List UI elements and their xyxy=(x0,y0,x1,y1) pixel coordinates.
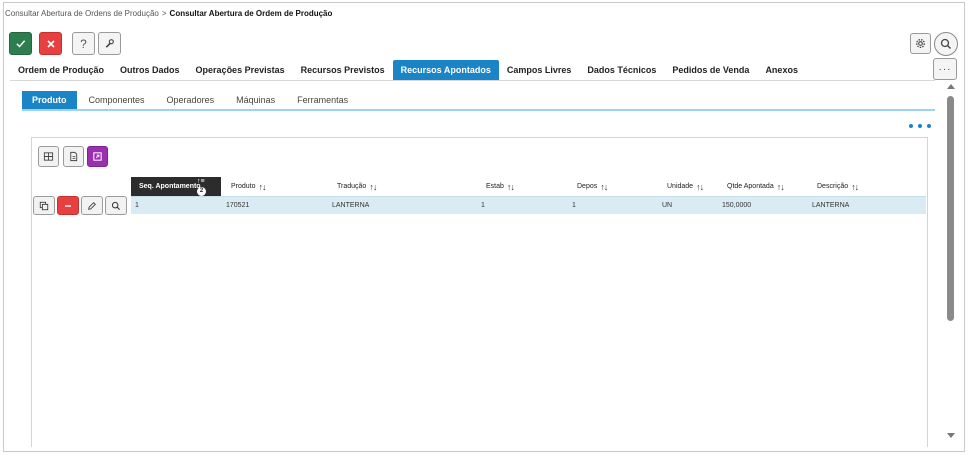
col-label: Depos xyxy=(577,183,598,190)
cell-traducao: LANTERNA xyxy=(332,202,370,209)
copy-icon xyxy=(39,201,49,210)
sub-tabs-divider xyxy=(22,109,935,111)
main-tabs-divider xyxy=(10,80,935,81)
sort-icon: ↑↓ xyxy=(776,181,785,192)
check-icon xyxy=(16,40,26,48)
remove-row-button[interactable] xyxy=(57,196,79,215)
cell-estab: 1 xyxy=(481,202,485,209)
file-export-icon xyxy=(70,151,78,162)
sort-icon: ↑↓ xyxy=(506,181,515,192)
expand-icon xyxy=(93,152,102,161)
dot-icon xyxy=(909,124,913,128)
sort-icon: ↑↓ xyxy=(851,181,859,192)
scroll-down-icon[interactable] xyxy=(947,433,955,438)
dot-icon xyxy=(927,124,931,128)
vertical-scrollbar[interactable] xyxy=(945,84,957,444)
subtab-produto[interactable]: Produto xyxy=(22,91,77,110)
search-icon xyxy=(111,201,120,210)
cell-descricao: LANTERNA xyxy=(812,202,850,209)
col-traducao[interactable]: Tradução ↑↓ xyxy=(337,177,377,196)
export-button[interactable] xyxy=(63,146,84,167)
breadcrumb-separator: > xyxy=(161,9,167,18)
cell-depos: 1 xyxy=(572,202,576,209)
confirm-button[interactable] xyxy=(9,32,32,55)
sort-icon: ↑↓ xyxy=(369,181,377,192)
col-label: Qtde Apontada xyxy=(727,183,774,190)
table-grid-icon xyxy=(43,152,54,161)
table-row[interactable]: 1 170521 LANTERNA 1 1 UN 150,0000 LANTER… xyxy=(131,196,926,214)
subtab-operadores[interactable]: Operadores xyxy=(157,91,225,110)
tools-button[interactable] xyxy=(98,32,121,55)
breadcrumb: Consultar Abertura de Ordens de Produção… xyxy=(5,9,332,18)
sort-order-badge: 2 xyxy=(197,187,206,196)
tab-recursos-previstos[interactable]: Recursos Previstos xyxy=(293,60,393,81)
pencil-icon xyxy=(88,201,96,210)
col-seq-apontamento[interactable]: Seq. Apontamento ↑≡ 2 xyxy=(131,177,221,196)
subtab-maquinas[interactable]: Máquinas xyxy=(226,91,285,110)
col-label: Produto xyxy=(231,183,256,190)
sub-tabs: Produto Componentes Operadores Máquinas … xyxy=(22,91,360,110)
cancel-button[interactable] xyxy=(39,32,62,55)
grid-layout-button[interactable] xyxy=(38,146,59,167)
minus-icon xyxy=(65,204,71,207)
col-depos[interactable]: Depos ↑↓ xyxy=(577,177,608,196)
tab-ordem-de-producao[interactable]: Ordem de Produção xyxy=(10,60,112,81)
col-label: Estab xyxy=(486,183,504,190)
scroll-up-icon[interactable] xyxy=(947,84,955,89)
scrollbar-thumb[interactable] xyxy=(947,96,954,321)
subtab-ferramentas[interactable]: Ferramentas xyxy=(287,91,358,110)
settings-button[interactable] xyxy=(910,33,931,54)
col-unidade[interactable]: Unidade ↑↓ xyxy=(667,177,704,196)
tab-recursos-apontados[interactable]: Recursos Apontados xyxy=(392,60,499,81)
tab-outros-dados[interactable]: Outros Dados xyxy=(112,60,188,81)
col-label: Seq. Apontamento xyxy=(139,183,201,190)
view-row-button[interactable] xyxy=(105,196,127,215)
col-produto[interactable]: Produto ↑↓ xyxy=(231,177,267,196)
wrench-icon xyxy=(105,39,114,48)
sort-icon: ↑↓ xyxy=(696,181,704,192)
col-estab[interactable]: Estab ↑↓ xyxy=(486,177,515,196)
tab-operacoes-previstas[interactable]: Operações Previstas xyxy=(188,60,293,81)
tab-anexos[interactable]: Anexos xyxy=(757,60,806,81)
col-label: Descrição xyxy=(817,183,849,190)
more-options-button[interactable]: ··· xyxy=(933,58,957,80)
copy-row-button[interactable] xyxy=(33,196,55,215)
col-qtde-apontada[interactable]: Qtde Apontada ↑↓ xyxy=(727,177,785,196)
cell-unidade: UN xyxy=(662,202,673,209)
sort-icon: ↑↓ xyxy=(600,181,608,192)
cell-qtde: 150,0000 xyxy=(722,202,752,209)
expand-button[interactable] xyxy=(87,146,108,167)
tab-pedidos-de-venda[interactable]: Pedidos de Venda xyxy=(664,60,757,81)
close-icon xyxy=(46,39,55,48)
sort-icon: ↑↓ xyxy=(258,181,267,192)
breadcrumb-current: Consultar Abertura de Ordem de Produção xyxy=(169,9,333,18)
col-descricao[interactable]: Descrição ↑↓ xyxy=(817,177,859,196)
col-label: Tradução xyxy=(337,183,367,190)
subtab-componentes[interactable]: Componentes xyxy=(79,91,155,110)
row-actions xyxy=(33,196,127,215)
tab-campos-livres[interactable]: Campos Livres xyxy=(499,60,580,81)
sort-asc-icon: ↑≡ xyxy=(197,178,205,185)
gear-icon xyxy=(916,39,925,48)
tab-dados-tecnicos[interactable]: Dados Técnicos xyxy=(579,60,664,81)
grid-header: Seq. Apontamento ↑≡ 2 Produto ↑↓ Tradução… xyxy=(131,177,926,196)
dot-icon xyxy=(918,124,922,128)
breadcrumb-parent-link[interactable]: Consultar Abertura de Ordens de Produção xyxy=(5,9,159,18)
search-button[interactable] xyxy=(934,32,958,56)
search-icon xyxy=(940,38,951,49)
cell-produto: 170521 xyxy=(226,202,250,209)
col-label: Unidade xyxy=(667,183,694,190)
cell-seq: 1 xyxy=(135,202,139,209)
panel-more-menu[interactable] xyxy=(909,122,931,130)
help-button[interactable]: ? xyxy=(72,32,95,55)
main-tabs: Ordem de Produção Outros Dados Operações… xyxy=(10,60,806,81)
edit-row-button[interactable] xyxy=(81,196,103,215)
